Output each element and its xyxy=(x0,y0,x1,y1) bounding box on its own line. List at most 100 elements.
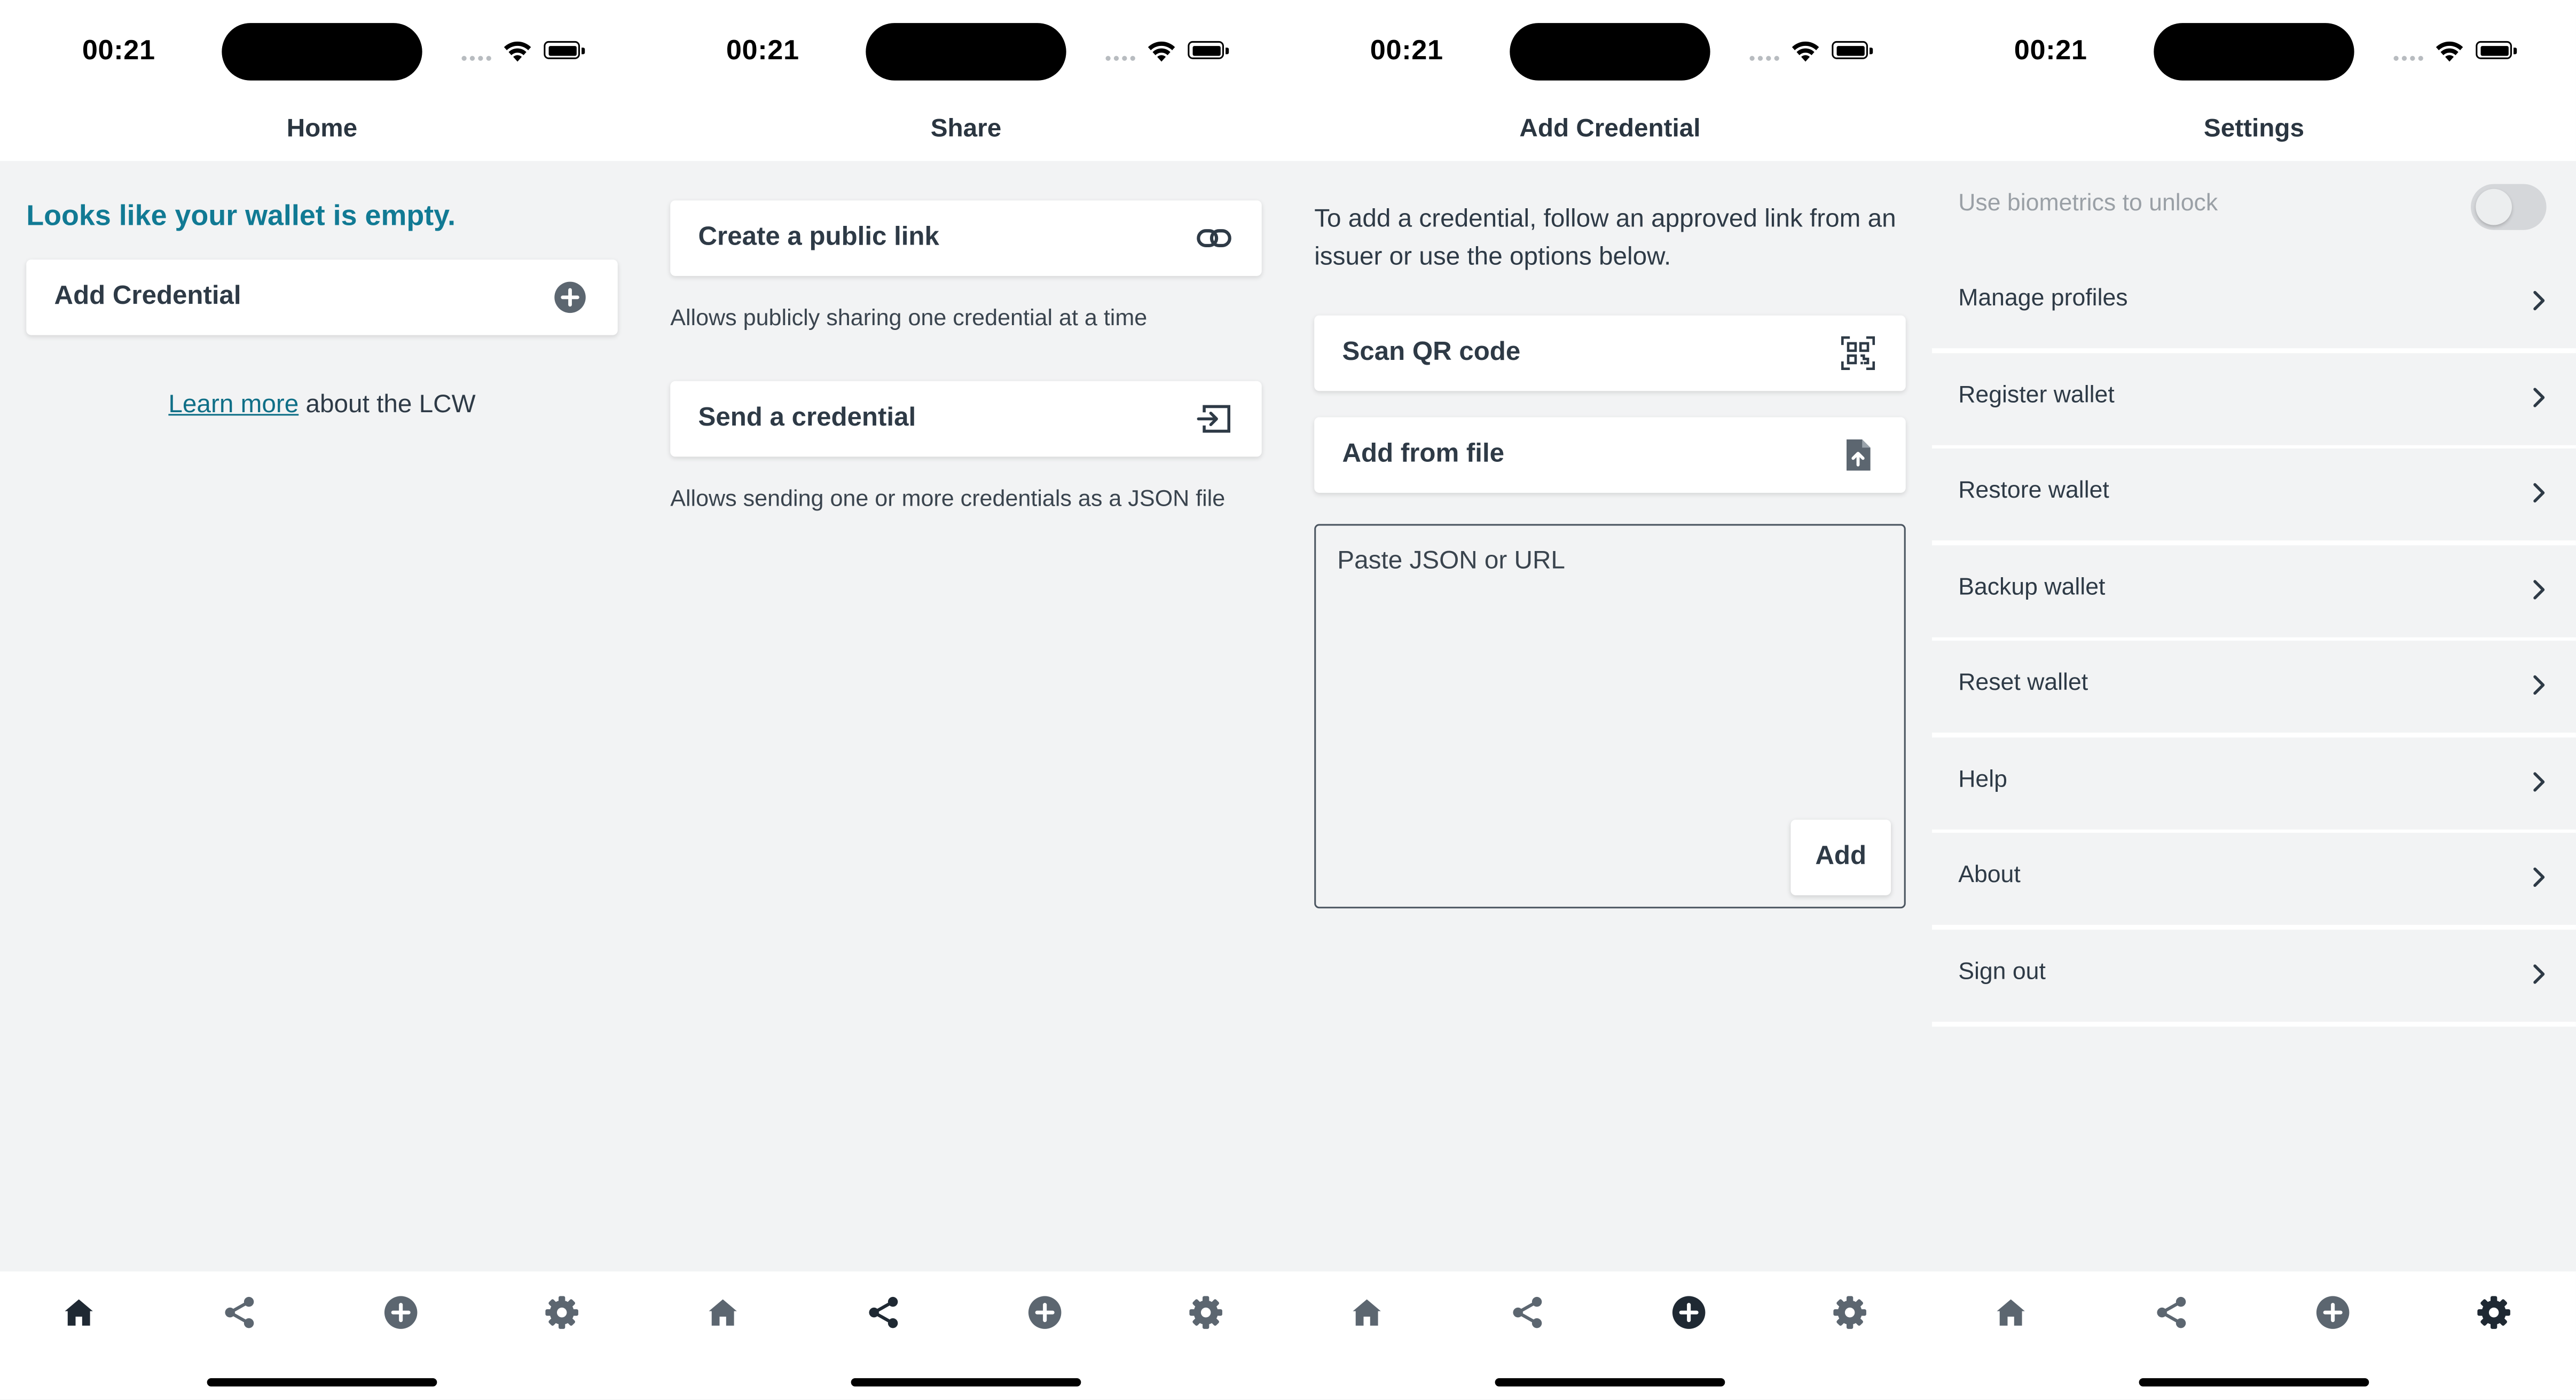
home-content: Looks like your wallet is empty. Add Cre… xyxy=(0,161,644,1271)
settings-row-label: Help xyxy=(1958,767,2007,793)
add-credential-screen: 00:21 Add Credential To add a credential… xyxy=(1287,0,1932,1400)
gear-icon xyxy=(1833,1296,1866,1329)
tab-settings[interactable] xyxy=(1188,1294,1224,1331)
battery-icon xyxy=(1832,41,1873,59)
settings-row-label: Manage profiles xyxy=(1958,286,2128,312)
send-credential-label: Send a credential xyxy=(698,404,916,432)
gear-icon xyxy=(1189,1296,1222,1329)
share-content: Create a public link Allows publicly sha… xyxy=(644,161,1288,1271)
tab-share[interactable] xyxy=(1510,1294,1546,1331)
settings-row-register-wallet[interactable]: Register wallet xyxy=(1931,353,2576,450)
tab-home[interactable] xyxy=(1993,1294,2029,1331)
cellular-signal-icon xyxy=(1749,56,1779,62)
add-from-file-button[interactable]: Add from file xyxy=(1314,417,1906,493)
plus-circle-icon xyxy=(2316,1296,2350,1329)
home-indicator xyxy=(207,1378,437,1387)
learn-more-suffix: about the LCW xyxy=(299,391,476,419)
send-icon xyxy=(1196,401,1232,437)
battery-icon xyxy=(2476,41,2517,59)
status-time: 00:21 xyxy=(1370,34,1443,66)
tab-add[interactable] xyxy=(383,1294,419,1331)
wifi-icon xyxy=(2436,41,2463,62)
chevron-right-icon xyxy=(2533,964,2545,984)
tab-add[interactable] xyxy=(1027,1294,1063,1331)
page-title: Add Credential xyxy=(1519,115,1701,143)
chevron-right-icon xyxy=(2533,772,2545,792)
send-credential-button[interactable]: Send a credential xyxy=(670,381,1262,457)
tab-settings[interactable] xyxy=(544,1294,580,1331)
settings-row-sign-out[interactable]: Sign out xyxy=(1931,930,2576,1027)
tab-settings[interactable] xyxy=(2476,1294,2512,1331)
status-time: 00:21 xyxy=(726,34,799,66)
status-bar: 00:21 xyxy=(0,0,644,102)
chevron-right-icon xyxy=(2533,483,2545,503)
settings-row-label: Backup wallet xyxy=(1958,575,2106,601)
scan-qr-button[interactable]: Scan QR code xyxy=(1314,315,1906,391)
scan-qr-label: Scan QR code xyxy=(1342,338,1521,367)
learn-more-link[interactable]: Learn more xyxy=(168,391,299,419)
add-from-file-label: Add from file xyxy=(1342,440,1505,468)
nav-header: Home xyxy=(0,101,644,161)
plus-circle-icon xyxy=(1028,1296,1062,1329)
settings-row-label: About xyxy=(1958,862,2021,889)
paste-json-textarea[interactable]: Paste JSON or URL Add xyxy=(1314,524,1906,909)
nav-header: Settings xyxy=(1931,101,2576,161)
home-indicator xyxy=(1495,1378,1725,1387)
settings-row-manage-profiles[interactable]: Manage profiles xyxy=(1931,256,2576,353)
chevron-right-icon xyxy=(2533,580,2545,600)
cellular-signal-icon xyxy=(461,56,491,62)
public-link-hint: Allows publicly sharing one credential a… xyxy=(670,304,1148,331)
share-icon xyxy=(869,1296,898,1328)
tab-add[interactable] xyxy=(2315,1294,2351,1331)
chevron-right-icon xyxy=(2533,867,2545,887)
wifi-icon xyxy=(1792,41,1819,62)
four-screen-mockup: 00:21 Home Looks like your wallet is emp… xyxy=(0,0,2576,1400)
settings-row-help[interactable]: Help xyxy=(1931,737,2576,835)
chevron-right-icon xyxy=(2533,290,2545,311)
create-public-link-button[interactable]: Create a public link xyxy=(670,200,1262,276)
home-icon xyxy=(65,1299,93,1326)
dynamic-island xyxy=(2154,23,2354,81)
tab-share[interactable] xyxy=(2154,1294,2190,1331)
file-upload-icon xyxy=(1840,437,1876,473)
tab-share[interactable] xyxy=(222,1294,258,1331)
wifi-icon xyxy=(1148,41,1175,62)
status-time: 00:21 xyxy=(2014,34,2087,66)
add-credential-intro: To add a credential, follow an approved … xyxy=(1314,205,1896,271)
tab-home[interactable] xyxy=(61,1294,97,1331)
nav-header: Add Credential xyxy=(1287,101,1932,161)
add-credential-content: To add a credential, follow an approved … xyxy=(1288,161,1932,1271)
tab-add[interactable] xyxy=(1671,1294,1707,1331)
cellular-signal-icon xyxy=(1105,56,1135,62)
chevron-right-icon xyxy=(2533,675,2545,695)
paste-placeholder: Paste JSON or URL xyxy=(1337,547,1565,575)
tab-home[interactable] xyxy=(705,1294,741,1331)
page-title: Home xyxy=(286,115,358,143)
biometrics-label: Use biometrics to unlock xyxy=(1958,190,2218,217)
add-credential-label: Add Credential xyxy=(54,282,241,311)
qr-scan-icon xyxy=(1840,335,1876,372)
send-credential-hint: Allows sending one or more credentials a… xyxy=(670,484,1226,511)
add-credential-button[interactable]: Add Credential xyxy=(26,259,618,335)
tab-settings[interactable] xyxy=(1832,1294,1868,1331)
gear-icon xyxy=(545,1296,578,1329)
settings-content: Use biometrics to unlock Manage profiles… xyxy=(1931,161,2576,1271)
tab-share[interactable] xyxy=(866,1294,902,1331)
tab-home[interactable] xyxy=(1349,1294,1385,1331)
settings-row-backup-wallet[interactable]: Backup wallet xyxy=(1931,545,2576,642)
settings-row-about[interactable]: About xyxy=(1931,832,2576,930)
battery-icon xyxy=(1188,41,1229,59)
settings-row-restore-wallet[interactable]: Restore wallet xyxy=(1931,448,2576,546)
settings-row-label: Reset wallet xyxy=(1958,670,2088,697)
plus-circle-icon xyxy=(384,1296,418,1329)
page-title: Settings xyxy=(2203,115,2305,143)
biometrics-toggle[interactable] xyxy=(2471,184,2547,230)
settings-row-reset-wallet[interactable]: Reset wallet xyxy=(1931,640,2576,738)
nav-header: Share xyxy=(643,101,1288,161)
settings-row-label: Register wallet xyxy=(1958,382,2115,410)
cellular-signal-icon xyxy=(2393,56,2423,62)
add-button[interactable]: Add xyxy=(1790,820,1891,895)
home-icon xyxy=(1997,1299,2025,1326)
settings-screen: 00:21 Settings Use biometrics to unlock … xyxy=(1931,0,2576,1400)
gear-icon xyxy=(2477,1296,2510,1329)
